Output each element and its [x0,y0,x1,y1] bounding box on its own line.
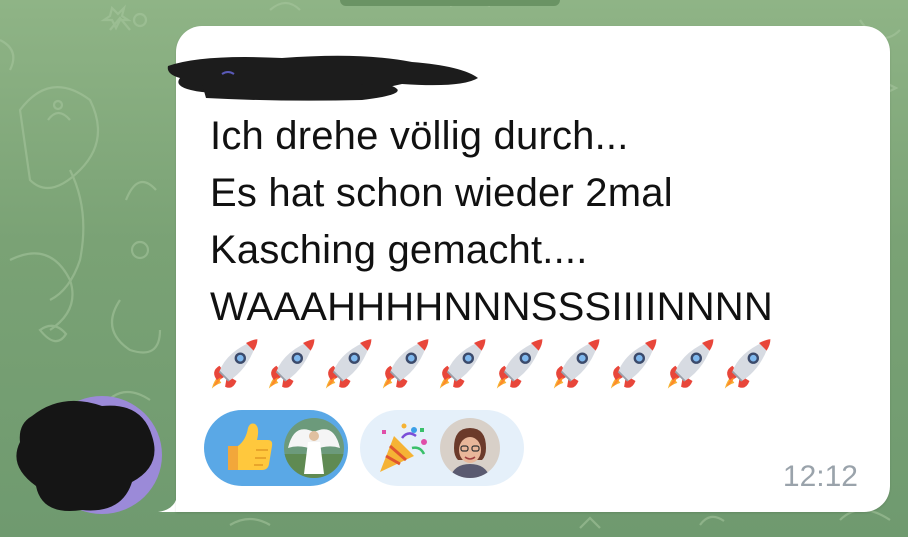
rocket-icon [607,332,664,392]
rocket-icon [379,332,436,392]
reaction-party-popper[interactable] [360,410,524,486]
rocket-emoji-row [208,332,778,392]
message-line: Kasching gemacht.... [210,228,588,272]
rocket-icon [436,332,493,392]
message-line: Es hat schon wieder 2mal [210,171,673,215]
rocket-icon [721,332,778,392]
top-strip [340,0,560,6]
message-line: WAAAHHHHNNNSSSIIIINNNN [210,285,773,329]
sender-name-redaction [167,55,478,101]
thumbs-up-icon [228,423,273,470]
message-line: Ich drehe völlig durch... [210,114,629,158]
woman-avatar [440,418,500,478]
message-bubble[interactable]: Ich drehe völlig durch... Es hat schon w… [167,26,890,512]
rocket-icon [265,332,322,392]
rocket-icon [664,332,721,392]
message-text: Ich drehe völlig durch... Es hat schon w… [210,108,880,336]
reactions-bar [204,410,524,486]
rocket-icon [493,332,550,392]
angel-avatar [284,418,344,478]
sender-avatar[interactable] [12,396,162,516]
rocket-icon [322,332,379,392]
party-popper-icon [380,423,427,472]
reaction-thumbs-up[interactable] [204,410,348,486]
message-timestamp: 12:12 [782,460,858,493]
avatar-redaction [16,400,155,511]
rocket-icon [208,332,265,392]
rocket-icon [550,332,607,392]
